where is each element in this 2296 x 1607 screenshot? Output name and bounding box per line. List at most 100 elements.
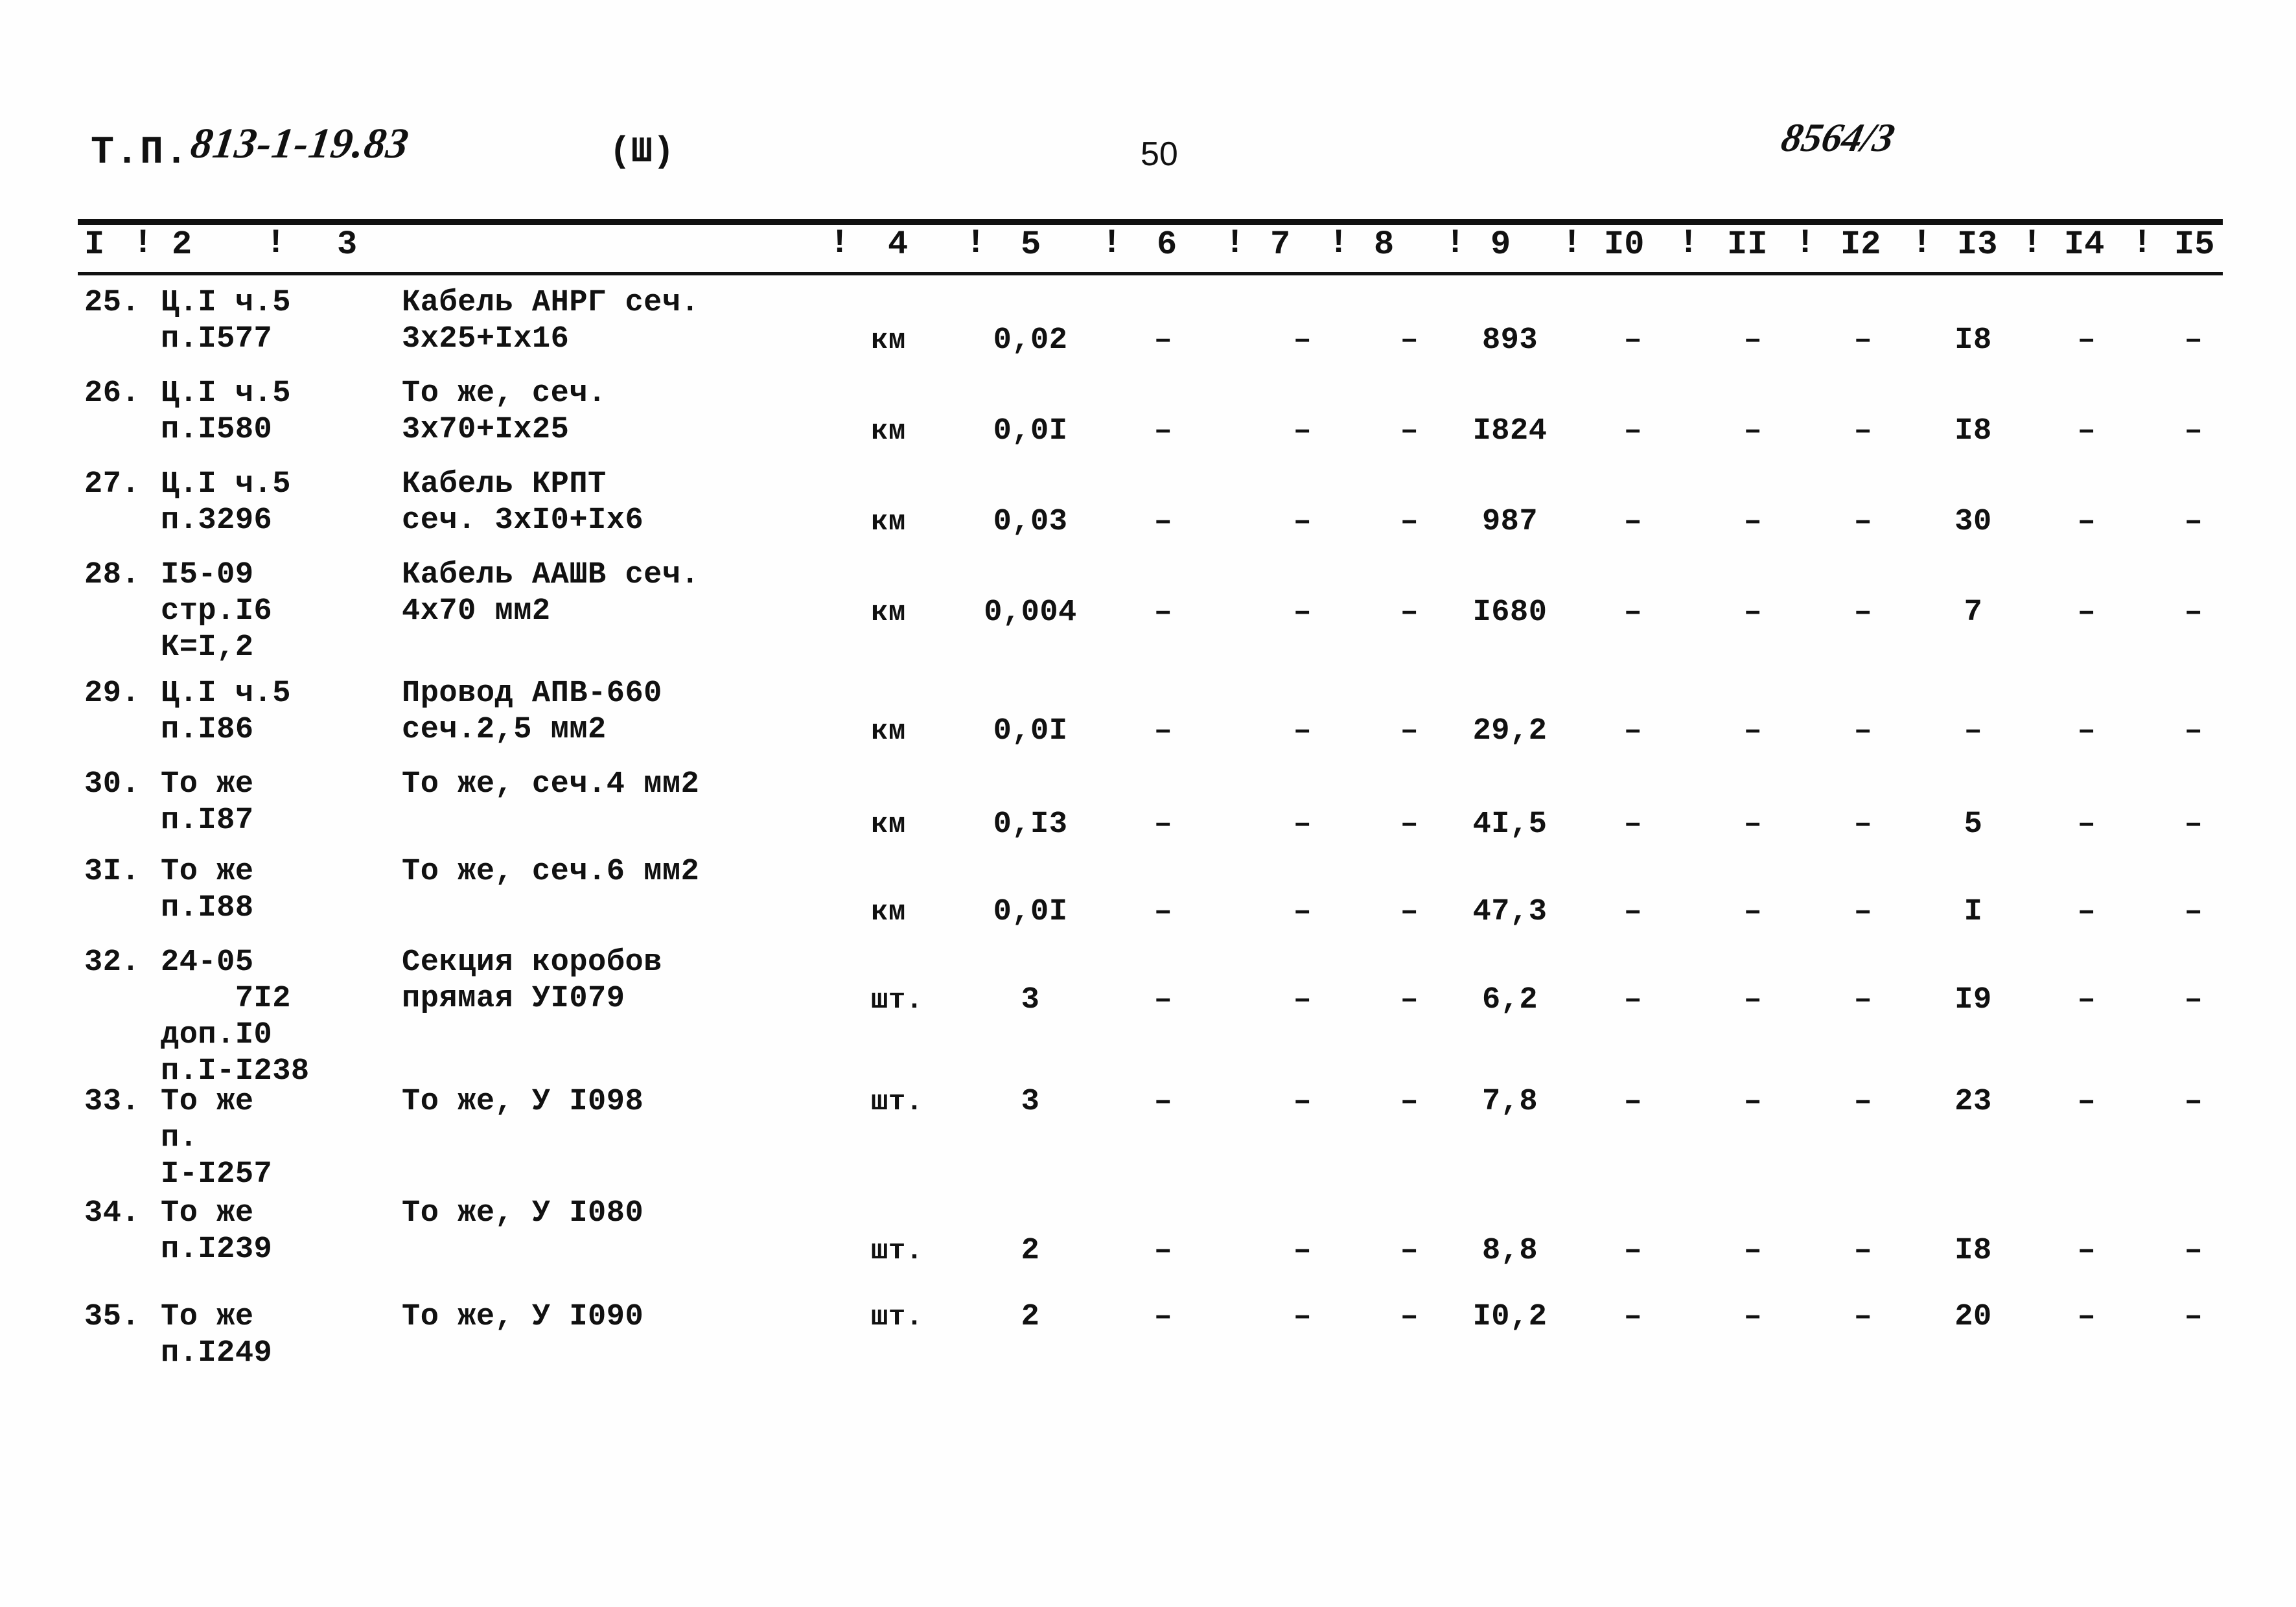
row-value-col10: – [1743, 1085, 1763, 1119]
row-value-col10: – [1743, 323, 1763, 358]
row-value-col13: – [2077, 505, 2096, 539]
row-value-col6: – [1293, 1234, 1312, 1268]
row-value-col10: – [1743, 505, 1763, 539]
row-reference-cell: Ц.I ч.5 п.I580 [161, 376, 291, 447]
row-value-col6: – [1293, 1300, 1312, 1334]
row-value-col10: – [1743, 895, 1763, 929]
row-value-col12: I8 [1954, 1234, 1992, 1268]
row-value-col4: 3 [1021, 983, 1040, 1017]
column-header-1: I [84, 225, 105, 264]
row-value-col7: – [1400, 595, 1419, 630]
row-value-col10: – [1743, 714, 1763, 748]
row-value-col12: I [1964, 895, 1983, 929]
row-unit-cell: км [871, 896, 906, 929]
row-unit-cell: км [871, 715, 906, 748]
column-header-7: 7 [1270, 225, 1291, 264]
row-unit-cell: шт. [871, 1235, 923, 1267]
row-value-col5: – [1154, 323, 1173, 358]
row-value-col11: – [1853, 595, 1873, 630]
row-value-col12: 5 [1964, 807, 1983, 842]
column-separator-4: ! [966, 224, 986, 262]
column-separator-5: ! [1102, 224, 1122, 262]
row-value-col9: – [1623, 983, 1643, 1017]
row-name-cell: То же, сеч.6 мм2 [402, 855, 700, 889]
table-row: 35. То же п.I249 То же, У I090 шт. 2 – – – I0,2 –… [78, 1299, 2223, 1377]
row-value-col13: – [2077, 1234, 2096, 1268]
row-number-cell: 25. [84, 286, 141, 320]
row-reference-cell: Ц.I ч.5 п.I86 [161, 676, 291, 747]
row-unit-cell: км [871, 415, 906, 448]
row-value-col14: – [2184, 1300, 2203, 1334]
column-separator-1: ! [133, 224, 154, 262]
column-header-2: 2 [172, 225, 192, 264]
row-value-col5: – [1154, 505, 1173, 539]
row-unit-cell: км [871, 325, 906, 357]
row-name-cell: То же, сеч.4 мм2 [402, 767, 700, 802]
table-row: 26. Ц.I ч.5 п.I580 То же, сеч. 3х70+Iх25 км… [78, 376, 2223, 467]
row-value-col9: – [1623, 505, 1643, 539]
column-separator-9: ! [1562, 224, 1583, 262]
column-header-10: I0 [1604, 225, 1645, 264]
row-value-col8: 893 [1481, 323, 1538, 358]
column-separator-12: ! [1912, 224, 1932, 262]
row-value-col11: – [1853, 323, 1873, 358]
row-number-cell: 3I. [84, 855, 141, 889]
row-number-cell: 28. [84, 558, 141, 592]
row-value-col8: 29,2 [1472, 714, 1548, 748]
column-header-9: 9 [1490, 225, 1511, 264]
row-value-col6: – [1293, 983, 1312, 1017]
row-value-col9: – [1623, 714, 1643, 748]
row-value-col4: 0,I3 [993, 807, 1068, 842]
table-header-rule [78, 272, 2223, 275]
row-value-col13: – [2077, 1300, 2096, 1334]
row-value-col8: I824 [1472, 414, 1548, 448]
row-value-col14: – [2184, 595, 2203, 630]
document-part: (Ш) [609, 131, 675, 172]
table-row: 28. I5-09 стр.I6 К=I,2 Кабель ААШВ сеч. 4х… [78, 557, 2223, 676]
row-value-col4: 3 [1021, 1085, 1040, 1119]
row-value-col5: – [1154, 714, 1173, 748]
row-name-cell: То же, У I080 [402, 1196, 644, 1231]
column-separator-7: ! [1328, 224, 1349, 262]
row-value-col5: – [1154, 414, 1173, 448]
row-value-col9: – [1623, 1234, 1643, 1268]
row-value-col8: 8,8 [1481, 1234, 1538, 1268]
row-number-cell: 27. [84, 467, 141, 502]
column-header-5: 5 [1021, 225, 1041, 264]
row-value-col13: – [2077, 1085, 2096, 1119]
row-value-col12: I8 [1954, 323, 1992, 358]
row-unit-cell: шт. [871, 1301, 923, 1334]
row-value-col13: – [2077, 983, 2096, 1017]
row-unit-cell: шт. [871, 1086, 923, 1118]
row-value-col7: – [1400, 414, 1419, 448]
column-header-6: 6 [1157, 225, 1177, 264]
column-header-11: II [1727, 225, 1768, 264]
row-value-col7: – [1400, 505, 1419, 539]
row-value-col11: – [1853, 714, 1873, 748]
row-value-col7: – [1400, 807, 1419, 842]
row-name-cell: Кабель АНРГ сеч. 3х25+Iх16 [402, 286, 700, 356]
row-value-col7: – [1400, 323, 1419, 358]
row-number-cell: 30. [84, 767, 141, 802]
row-value-col10: – [1743, 1300, 1763, 1334]
table-row: 25. Ц.I ч.5 п.I577 Кабель АНРГ сеч. 3х25+I… [78, 285, 2223, 376]
archive-stamp-number: 8564/3 [1777, 116, 1899, 160]
row-reference-cell: То же п.I88 [161, 855, 254, 925]
row-value-col12: 20 [1954, 1300, 1992, 1334]
row-value-col11: – [1853, 414, 1873, 448]
table-row: 33. То же п. I-I257 То же, У I098 шт. 3 – – – 7,… [78, 1084, 2223, 1196]
row-value-col12: 23 [1954, 1085, 1992, 1119]
row-value-col10: – [1743, 983, 1763, 1017]
row-number-cell: 32. [84, 945, 141, 980]
row-value-col9: – [1623, 1300, 1643, 1334]
row-value-col7: – [1400, 1234, 1419, 1268]
row-value-col8: I680 [1472, 595, 1548, 630]
row-value-col14: – [2184, 1234, 2203, 1268]
row-value-col4: 0,03 [993, 505, 1068, 539]
row-value-col14: – [2184, 414, 2203, 448]
column-separator-11: ! [1795, 224, 1816, 262]
row-value-col11: – [1853, 1300, 1873, 1334]
column-header-4: 4 [888, 225, 909, 264]
row-value-col6: – [1293, 895, 1312, 929]
column-header-8: 8 [1374, 225, 1395, 264]
